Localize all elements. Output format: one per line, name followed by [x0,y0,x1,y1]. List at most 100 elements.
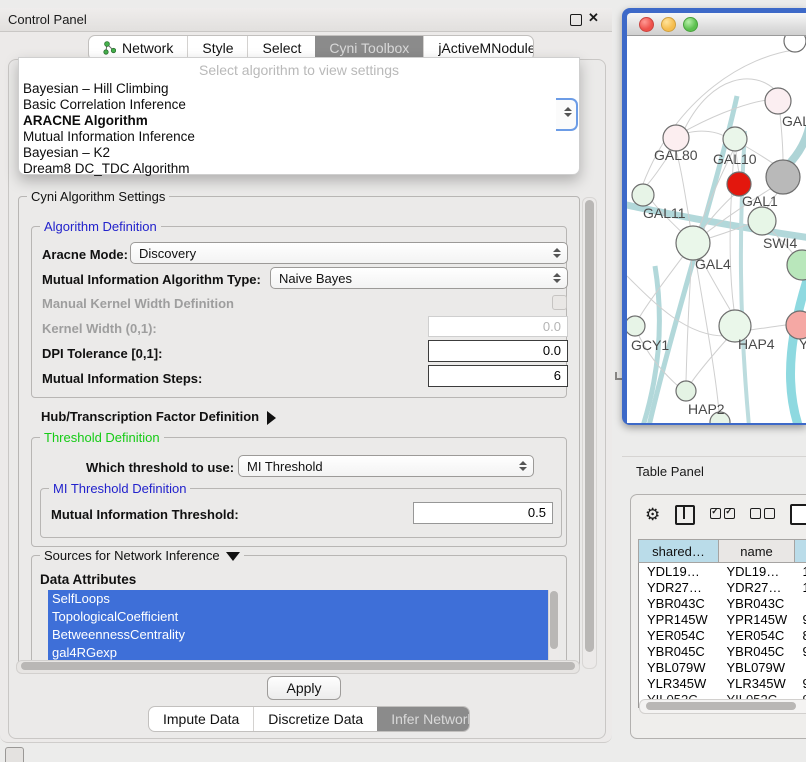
table-row[interactable]: YDR27…YDR27…12 [639,579,806,595]
node-salmon[interactable] [786,311,806,339]
column-header-name[interactable]: name [719,540,795,563]
dropdown-item[interactable]: Bayesian – Hill Climbing [23,81,169,96]
node-label: GAL1 [742,193,778,209]
table-row[interactable]: YBL079WYBL079W [639,659,806,675]
kernel-width-input[interactable]: 0.0 [428,316,568,337]
table-panel-window: ⚙ shared… name A YDL19…YDL19…13 YDR27…YD… [630,494,806,739]
node-hap2[interactable] [676,381,696,401]
data-attributes-list[interactable]: SelfLoops TopologicalCoefficient Between… [48,590,552,663]
node-swi4[interactable] [748,207,776,235]
settings-vertical-scrollbar-thumb[interactable] [585,200,594,652]
document-icon[interactable] [790,504,806,525]
minimized-panel-icon[interactable] [5,747,24,762]
close-traffic-light-icon[interactable] [639,17,654,32]
tab-discretize-data[interactable]: Discretize Data [253,707,377,731]
algorithm-dropdown-placeholder: Select algorithm to view settings [19,62,579,78]
mi-type-combobox[interactable]: Naive Bayes [270,267,568,289]
combo-spinner-icon [519,461,527,471]
aracne-mode-label: Aracne Mode: [42,247,128,262]
list-item[interactable]: SelfLoops [52,590,552,608]
mi-threshold-title: MI Threshold Definition [49,481,190,496]
mi-steps-input[interactable]: 6 [428,365,568,387]
apply-button[interactable]: Apply [267,676,341,700]
combo-spinner-icon [553,273,561,283]
node-right-green[interactable] [787,250,806,280]
which-threshold-label: Which threshold to use: [86,460,234,475]
table-row[interactable]: YLR345WYLR345W9. [639,675,806,691]
kernel-width-label: Kernel Width (0,1): [42,321,157,336]
network-view-window: GAL GAL80 GAL10 GAL11 GAL1 SWI4 GAL4 GCY… [622,8,806,425]
table-row[interactable]: YPR145WYPR145W9. [639,611,806,627]
manual-kernel-checkbox[interactable] [552,295,567,310]
close-icon[interactable]: ✕ [588,10,599,26]
dropdown-item[interactable]: Bayesian – K2 [23,145,110,160]
list-item[interactable]: TopologicalCoefficient [52,608,552,626]
table-horizontal-scrollbar[interactable] [639,699,806,714]
tab-impute-data[interactable]: Impute Data [149,707,253,731]
node-table: shared… name A YDL19…YDL19…13 YDR27…YDR2… [638,539,806,708]
node-label: HAP4 [738,336,775,352]
node-label: GAL11 [643,205,686,221]
table-horizontal-scrollbar-thumb[interactable] [646,702,796,710]
tab-infer-network[interactable]: Infer Network [377,707,470,731]
which-threshold-combobox[interactable]: MI Threshold [238,455,534,477]
dropdown-item-selected[interactable]: ARACNE Algorithm [23,113,148,128]
dropdown-item[interactable]: Basic Correlation Inference [23,97,186,112]
column-layout-icon[interactable] [675,505,695,525]
node-label: GAL4 [695,256,731,272]
list-item[interactable]: BetweennessCentrality [52,626,552,644]
settings-vertical-scrollbar[interactable] [582,197,597,669]
network-canvas[interactable]: GAL GAL80 GAL10 GAL11 GAL1 SWI4 GAL4 GCY… [627,36,806,423]
network-window-titlebar[interactable] [627,13,806,36]
sources-group: Sources for Network Inference Data Attri… [31,555,567,664]
gear-icon[interactable]: ⚙ [645,506,660,523]
table-row[interactable]: YER054CYER054C8. [639,627,806,643]
control-panel-titlebar[interactable]: Control Panel ✕ [0,8,612,32]
table-row[interactable]: YBR045CYBR045C9. [639,643,806,659]
node-label: Y [799,336,806,352]
node-label: GAL [782,113,806,129]
column-header-shared-name[interactable]: shared… [639,540,719,563]
obscured-combo-fragment [556,98,578,131]
combo-spinner-icon [560,107,576,117]
minimize-traffic-light-icon[interactable] [661,17,676,32]
dropdown-item[interactable]: Mutual Information Inference [23,129,195,144]
attributes-scrollbar-thumb[interactable] [550,591,558,649]
node-unlabeled[interactable] [784,36,806,52]
show-checked-columns-button[interactable] [710,506,735,524]
tab-network-label: Network [122,40,173,56]
expanded-arrow-icon [226,552,240,561]
bottom-tabbar: Impute Data Discretize Data Infer Networ… [148,706,470,732]
column-header-partial[interactable]: A [795,540,806,563]
node-gal11[interactable] [632,184,654,206]
cyni-algorithm-settings-title: Cyni Algorithm Settings [27,189,169,204]
mi-type-label: Mutual Information Algorithm Type: [42,272,261,287]
dpi-tolerance-input[interactable]: 0.0 [428,340,568,362]
dropdown-item[interactable]: Dream8 DC_TDC Algorithm [23,161,190,176]
attributes-scrollbar[interactable] [548,590,559,663]
table-row[interactable]: YBR043CYBR043C [639,595,806,611]
hub-definition-toggle[interactable]: Hub/Transcription Factor Definition [41,409,276,425]
mi-steps-label: Mutual Information Steps: [42,371,202,386]
settings-horizontal-scrollbar-thumb[interactable] [21,662,575,670]
node-gal4[interactable] [676,226,710,260]
settings-horizontal-scrollbar[interactable] [16,660,580,674]
mi-threshold-input[interactable]: 0.5 [413,502,553,524]
algorithm-definition-title: Algorithm Definition [40,219,161,234]
aracne-mode-combobox[interactable]: Discovery [130,242,568,264]
node-gal-cut[interactable] [765,88,791,114]
dpi-tolerance-label: DPI Tolerance [0,1]: [42,346,162,361]
control-panel-window: Control Panel ✕ Network Style Se [0,8,612,743]
float-window-icon[interactable] [570,14,582,26]
sources-title[interactable]: Sources for Network Inference [40,548,244,563]
data-attributes-label: Data Attributes [40,572,136,587]
node-gray[interactable] [766,160,800,194]
node-gcy1[interactable] [627,316,645,336]
node-gal10[interactable] [723,127,747,151]
table-row[interactable]: YDL19…YDL19…13 [639,563,806,580]
mi-threshold-group: MI Threshold Definition Mutual Informati… [40,488,562,538]
node-label: GAL10 [713,151,757,167]
zoom-traffic-light-icon[interactable] [683,17,698,32]
hide-columns-button[interactable] [750,506,775,524]
algorithm-definition-group: Algorithm Definition Aracne Mode: Discov… [31,226,567,398]
